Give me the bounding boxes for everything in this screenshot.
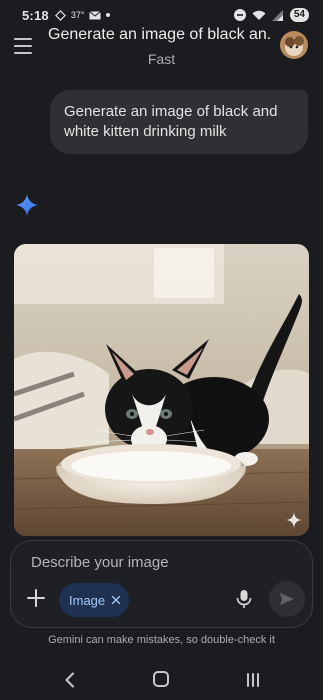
status-time: 5:18	[22, 7, 49, 23]
send-button[interactable]	[269, 581, 305, 617]
send-icon	[280, 593, 294, 605]
navigation-icon	[54, 9, 66, 21]
status-temperature: 37°	[70, 10, 85, 20]
gemini-sparkle-icon	[16, 194, 38, 216]
dnd-icon	[233, 9, 246, 21]
prompt-composer: Describe your image Image	[10, 540, 313, 628]
chat-title[interactable]: Generate an image of black an...	[48, 26, 272, 44]
recents-icon[interactable]	[245, 672, 261, 688]
screen: 5:18 37° 54 Generate an image of black a…	[0, 0, 323, 700]
plus-icon[interactable]	[25, 587, 47, 609]
generated-image[interactable]	[14, 244, 309, 536]
home-icon[interactable]	[153, 671, 169, 687]
model-label[interactable]: Fast	[0, 51, 323, 67]
status-left-icons: 37°	[54, 9, 111, 21]
microphone-icon[interactable]	[235, 589, 253, 609]
system-nav-bar	[0, 664, 323, 696]
status-right-icons: 54	[233, 8, 309, 22]
signal-icon	[271, 9, 283, 21]
close-icon[interactable]	[111, 595, 121, 605]
image-mode-chip[interactable]: Image	[59, 583, 129, 617]
wifi-icon	[252, 10, 266, 20]
battery-indicator: 54	[289, 8, 309, 22]
mail-icon	[89, 10, 102, 19]
app-header: Generate an image of black an... Fast	[0, 24, 323, 74]
user-message-bubble: Generate an image of black and white kit…	[50, 90, 308, 154]
prompt-input[interactable]: Describe your image	[31, 554, 169, 571]
chip-label: Image	[69, 592, 106, 608]
disclaimer-text: Gemini can make mistakes, so double-chec…	[48, 634, 275, 646]
user-avatar[interactable]	[280, 31, 308, 59]
notification-dot	[106, 13, 111, 17]
back-icon[interactable]	[64, 672, 76, 688]
